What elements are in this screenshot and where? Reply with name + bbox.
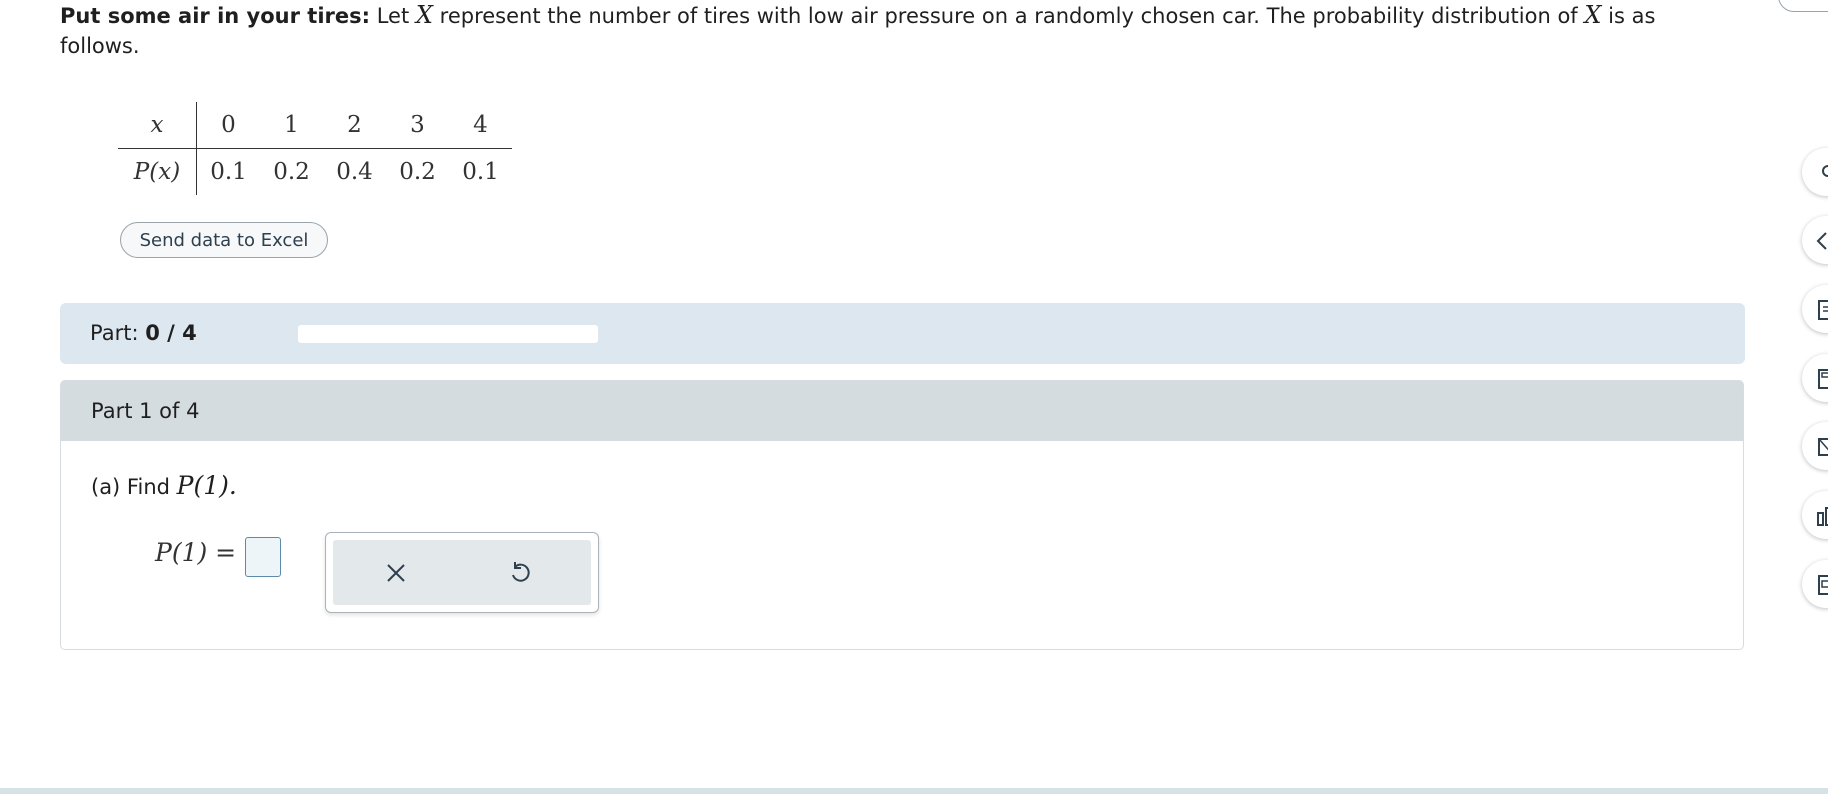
p-value: 0.2 bbox=[273, 159, 310, 185]
question-text: (a) Find P(1). bbox=[91, 471, 237, 500]
calculator-icon[interactable] bbox=[1802, 354, 1828, 402]
part-progress-count: 0 / 4 bbox=[145, 321, 197, 345]
p-value: 0.1 bbox=[462, 159, 499, 185]
part-label: Part: bbox=[90, 321, 146, 345]
question-math: P(1). bbox=[176, 471, 237, 500]
x-value: 3 bbox=[386, 102, 449, 149]
question-prefix: (a) Find bbox=[91, 475, 177, 499]
table-row: P(x) 0.1 0.2 0.4 0.2 0.1 bbox=[118, 148, 512, 195]
progress-track bbox=[298, 325, 598, 343]
answer-input[interactable] bbox=[245, 537, 281, 577]
problem-title: Put some air in your tires: bbox=[60, 4, 371, 28]
problem-text-part: Let bbox=[370, 4, 416, 28]
variable-x: X bbox=[415, 1, 433, 29]
message-icon[interactable] bbox=[1802, 422, 1828, 470]
x-value: 2 bbox=[323, 102, 386, 149]
notes-icon[interactable] bbox=[1802, 285, 1828, 333]
problem-text-part: represent the number of tires with low a… bbox=[432, 4, 1585, 28]
problem-statement: Put some air in your tires: Let X repres… bbox=[60, 0, 1680, 61]
x-icon[interactable] bbox=[381, 558, 411, 588]
book-icon[interactable] bbox=[1802, 560, 1828, 608]
footer-divider bbox=[0, 788, 1828, 794]
probability-distribution-table: x 0 1 2 3 4 P(x) 0.1 0.2 0.4 0.2 0.1 bbox=[118, 102, 512, 195]
part-progress-bar: Part: 0 / 4 bbox=[60, 303, 1745, 364]
top-right-button[interactable] bbox=[1778, 0, 1828, 12]
send-to-excel-button[interactable]: Send data to Excel bbox=[120, 222, 328, 258]
eraser-icon[interactable] bbox=[1802, 216, 1828, 264]
p-value: 0.1 bbox=[210, 159, 247, 185]
undo-icon[interactable] bbox=[505, 558, 535, 588]
table-row: x 0 1 2 3 4 bbox=[118, 102, 512, 149]
x-row-label: x bbox=[118, 102, 197, 149]
part-progress-label: Part: 0 / 4 bbox=[90, 321, 197, 345]
x-value: 4 bbox=[449, 102, 512, 149]
answer-tools-inner bbox=[333, 540, 591, 605]
answer-label: P(1) = bbox=[155, 538, 237, 567]
variable-x: X bbox=[1584, 1, 1602, 29]
px-row-label: P(x) bbox=[118, 148, 197, 195]
search-icon[interactable] bbox=[1802, 148, 1828, 196]
part-card: Part 1 of 4 (a) Find P(1). P(1) = bbox=[60, 380, 1744, 650]
x-value: 1 bbox=[260, 102, 323, 149]
p-value: 0.4 bbox=[336, 159, 373, 185]
p-value: 0.2 bbox=[399, 159, 436, 185]
part-heading: Part 1 of 4 bbox=[61, 381, 1743, 441]
chart-icon[interactable] bbox=[1802, 491, 1828, 539]
answer-tools-panel bbox=[325, 532, 599, 613]
x-value: 0 bbox=[196, 102, 260, 149]
